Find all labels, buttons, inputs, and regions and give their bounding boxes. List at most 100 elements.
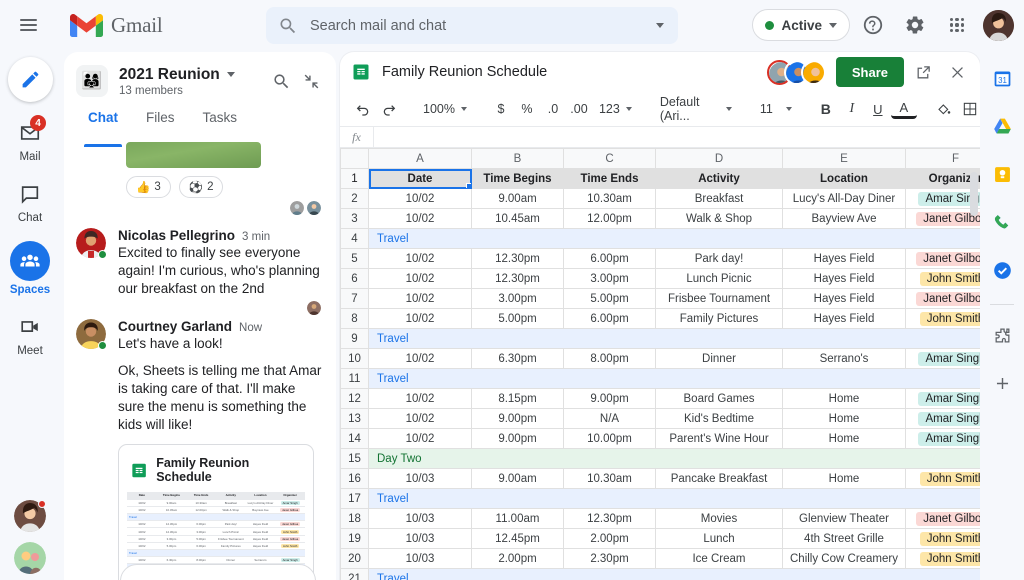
column-header-e[interactable]: E	[783, 149, 906, 169]
row-number[interactable]: 2	[341, 189, 369, 209]
table-cell[interactable]: 8.15pm	[472, 389, 564, 409]
gear-icon[interactable]	[896, 6, 934, 44]
table-cell[interactable]: 6.00pm	[564, 309, 656, 329]
table-row[interactable]: 1910/0312.45pm2.00pmLunch4th Street Gril…	[341, 529, 981, 549]
column-header-f[interactable]: F	[906, 149, 981, 169]
table-cell[interactable]: Amar Singh	[906, 389, 981, 409]
row-number[interactable]: 3	[341, 209, 369, 229]
table-cell[interactable]: 10/02	[369, 249, 472, 269]
table-cell[interactable]: 9.00pm	[472, 429, 564, 449]
status-pill[interactable]: Active	[752, 9, 850, 41]
section-label-cell[interactable]: Day Two	[369, 449, 981, 469]
row-number[interactable]: 5	[341, 249, 369, 269]
corner-cell[interactable]	[341, 149, 369, 169]
table-cell[interactable]: 10/02	[369, 349, 472, 369]
section-label-cell[interactable]: Travel	[369, 229, 981, 249]
search-input[interactable]	[310, 18, 656, 34]
tab-tasks[interactable]: Tasks	[189, 110, 252, 142]
collaborator-avatar[interactable]	[801, 60, 826, 85]
row-number[interactable]: 19	[341, 529, 369, 549]
table-cell[interactable]: Home	[783, 409, 906, 429]
table-row[interactable]: 810/025.00pm6.00pmFamily PicturesHayes F…	[341, 309, 981, 329]
table-row[interactable]: 1810/0311.00am12.30pmMoviesGlenview Thea…	[341, 509, 981, 529]
sidebar-item-meet[interactable]: Meet	[0, 313, 60, 357]
table-cell[interactable]: 6.30pm	[472, 349, 564, 369]
table-cell[interactable]: Dinner	[656, 349, 783, 369]
table-cell[interactable]: 9.00am	[472, 469, 564, 489]
table-cell[interactable]: 12.00pm	[564, 209, 656, 229]
redo-icon[interactable]	[376, 96, 402, 122]
table-cell[interactable]: Location	[783, 169, 906, 189]
increase-decimal-button[interactable]: .00	[566, 96, 592, 122]
column-header-d[interactable]: D	[656, 149, 783, 169]
column-header-c[interactable]: C	[564, 149, 656, 169]
voice-icon[interactable]	[986, 206, 1018, 238]
more-formats-selector[interactable]: 123	[592, 96, 639, 122]
table-cell[interactable]: Janet Gilboa	[906, 289, 981, 309]
table-cell[interactable]: Hayes Field	[783, 289, 906, 309]
table-cell[interactable]: 12.30pm	[472, 249, 564, 269]
table-cell[interactable]: 10.00pm	[564, 429, 656, 449]
apps-grid-icon[interactable]	[938, 6, 976, 44]
keep-icon[interactable]	[986, 158, 1018, 190]
reaction-soccer[interactable]: ⚽ 2	[179, 176, 224, 198]
row-number[interactable]: 15	[341, 449, 369, 469]
decrease-decimal-button[interactable]: .0	[540, 96, 566, 122]
bold-button[interactable]: B	[813, 96, 839, 122]
avatar[interactable]	[14, 500, 46, 532]
column-header-b[interactable]: B	[472, 149, 564, 169]
help-icon[interactable]	[854, 6, 892, 44]
italic-button[interactable]: I	[839, 96, 865, 122]
table-cell[interactable]: 3.00pm	[564, 269, 656, 289]
table-cell[interactable]: Home	[783, 469, 906, 489]
table-row[interactable]: 1010/026.30pm8.00pmDinnerSerrano'sAmar S…	[341, 349, 981, 369]
table-cell[interactable]: Janet Gilboa	[906, 249, 981, 269]
table-cell[interactable]: Chilly Cow Creamery	[783, 549, 906, 569]
table-cell[interactable]: 10/02	[369, 409, 472, 429]
table-cell[interactable]: Activity	[656, 169, 783, 189]
search-bar[interactable]	[266, 7, 678, 44]
document-title[interactable]: Family Reunion Schedule	[382, 64, 767, 80]
table-cell[interactable]: Amar Singh	[906, 189, 981, 209]
font-family-selector[interactable]: Default (Ari...	[653, 96, 739, 122]
table-cell[interactable]: John Smith	[906, 269, 981, 289]
sidebar-item-mail[interactable]: 4 Mail	[0, 119, 60, 163]
table-cell[interactable]: 10/03	[369, 529, 472, 549]
table-row[interactable]: 310/0210.45am12.00pmWalk & ShopBayview A…	[341, 209, 981, 229]
open-in-new-icon[interactable]	[908, 57, 938, 87]
hamburger-icon[interactable]	[8, 5, 48, 45]
table-cell[interactable]: 9.00am	[472, 189, 564, 209]
table-cell[interactable]: 12.30pm	[564, 509, 656, 529]
row-number[interactable]: 7	[341, 289, 369, 309]
row-number[interactable]: 1	[341, 169, 369, 189]
table-cell[interactable]: Lucy's All-Day Diner	[783, 189, 906, 209]
chat-search-button[interactable]	[266, 66, 296, 96]
table-cell[interactable]: Janet Gilboa	[906, 509, 981, 529]
table-cell[interactable]: 10.30am	[564, 189, 656, 209]
table-cell[interactable]: Kid's Bedtime	[656, 409, 783, 429]
row-number[interactable]: 17	[341, 489, 369, 509]
puzzle-addons-icon[interactable]	[986, 319, 1018, 351]
plus-icon[interactable]	[986, 367, 1018, 399]
row-number[interactable]: 4	[341, 229, 369, 249]
chat-message-list[interactable]: 👍 3 ⚽ 2	[64, 142, 336, 580]
table-cell[interactable]: 10/02	[369, 189, 472, 209]
tab-files[interactable]: Files	[132, 110, 189, 142]
currency-format-button[interactable]: $	[488, 96, 514, 122]
table-cell[interactable]: 10/02	[369, 269, 472, 289]
row-number[interactable]: 13	[341, 409, 369, 429]
message-compose-box[interactable]	[120, 564, 316, 580]
tab-chat[interactable]: Chat	[74, 110, 132, 142]
row-number[interactable]: 6	[341, 269, 369, 289]
table-cell[interactable]: 10/02	[369, 429, 472, 449]
table-cell[interactable]: Family Pictures	[656, 309, 783, 329]
percent-format-button[interactable]: %	[514, 96, 540, 122]
photo-attachment[interactable]	[126, 142, 261, 168]
table-cell[interactable]: Bayview Ave	[783, 209, 906, 229]
table-row[interactable]: 1310/029.00pmN/AKid's BedtimeHomeAmar Si…	[341, 409, 981, 429]
table-row[interactable]: 2010/032.00pm2.30pmIce CreamChilly Cow C…	[341, 549, 981, 569]
table-cell[interactable]: John Smith	[906, 469, 981, 489]
table-cell[interactable]: 10/02	[369, 309, 472, 329]
table-cell[interactable]: 10.30am	[564, 469, 656, 489]
column-header-a[interactable]: A	[369, 149, 472, 169]
